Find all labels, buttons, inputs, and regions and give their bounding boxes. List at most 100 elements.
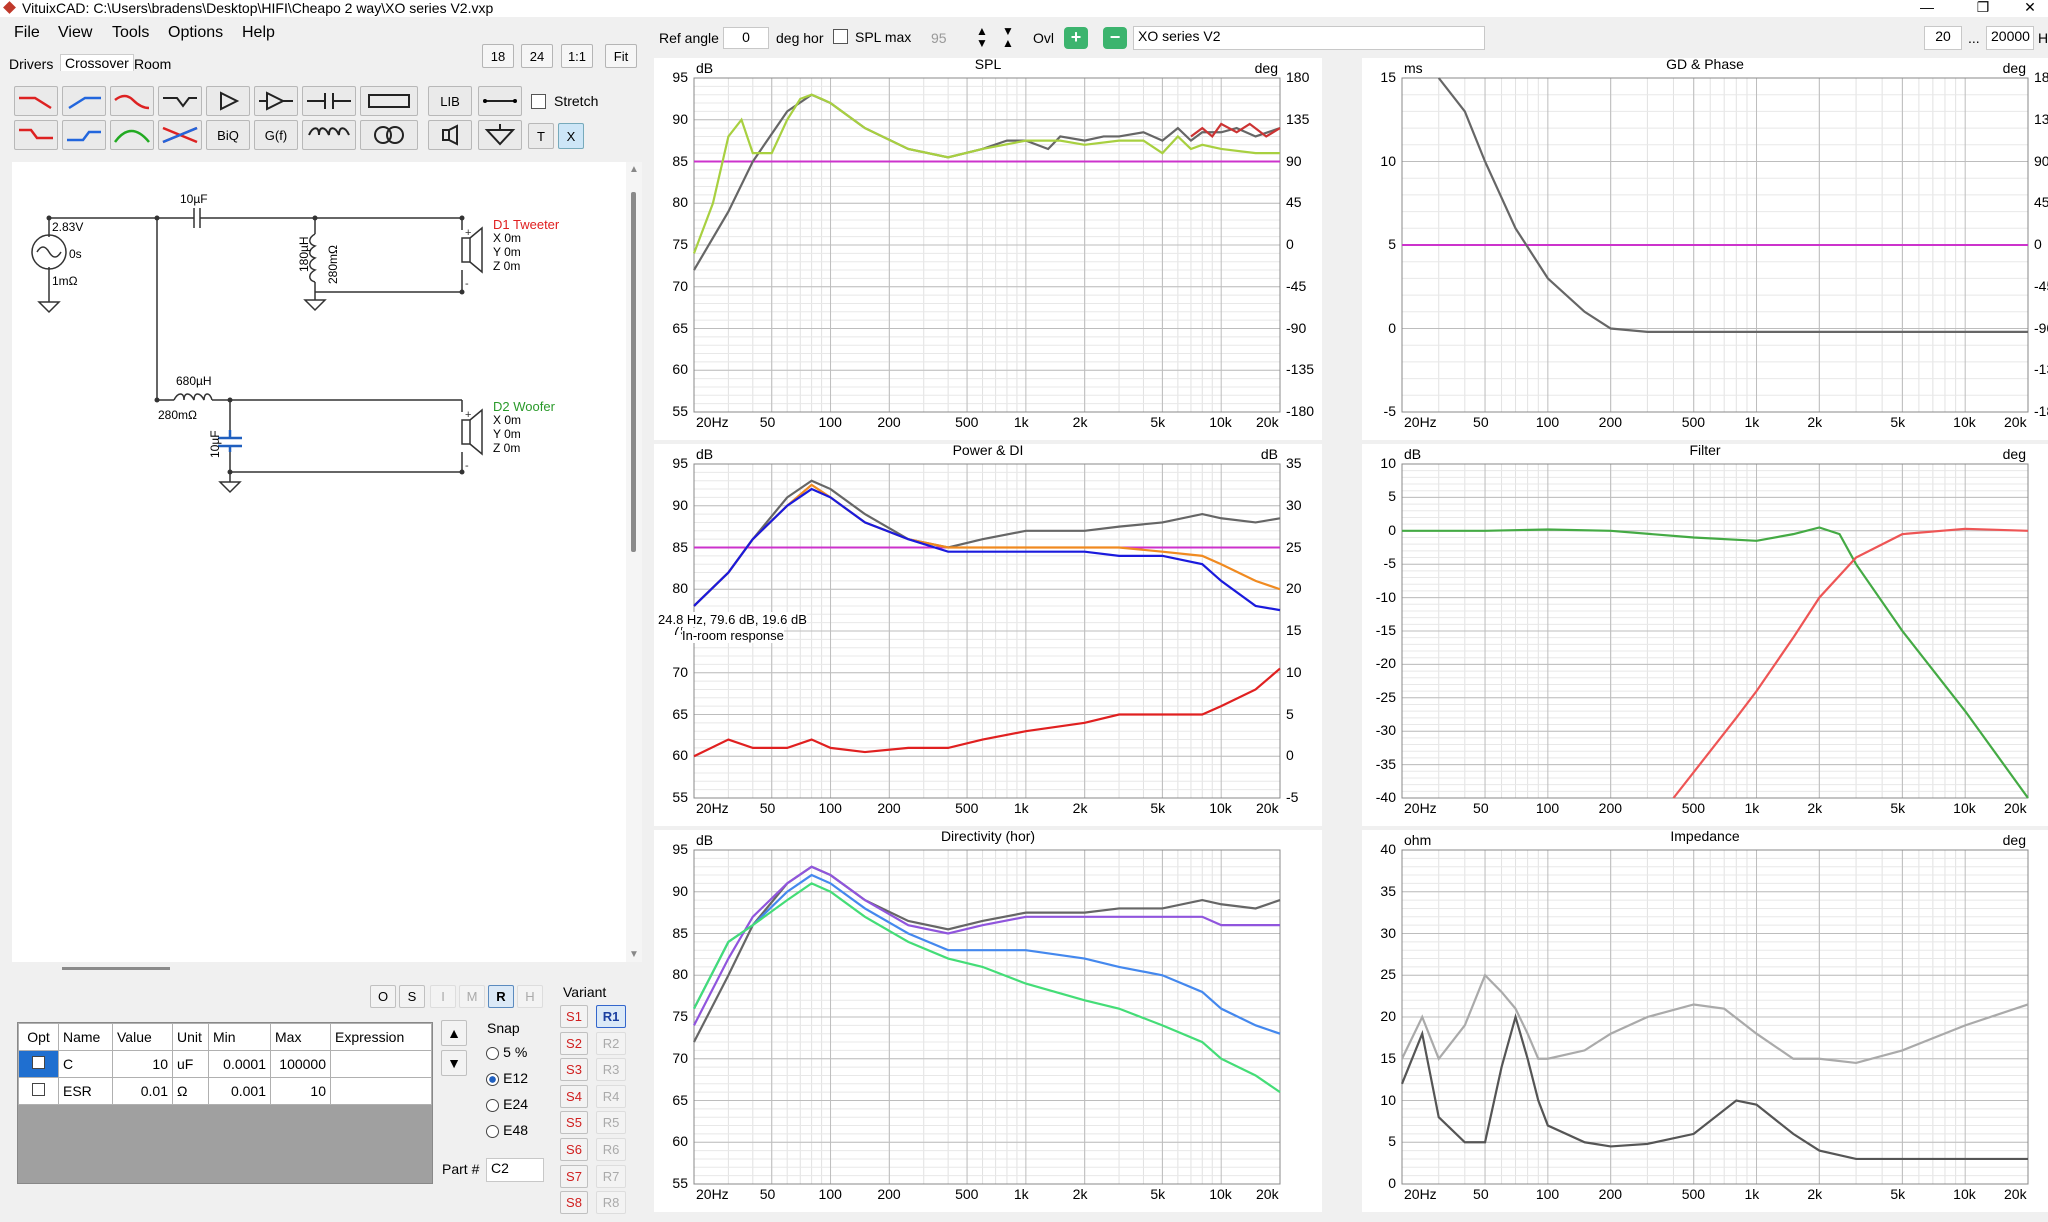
resistor-tool[interactable] — [360, 86, 418, 116]
cell-min[interactable]: 0.0001 — [208, 1050, 271, 1078]
close-icon[interactable]: ✕ — [2010, 0, 2048, 17]
menu-file[interactable]: File — [14, 24, 40, 42]
variant-r2-button[interactable]: R2 — [596, 1031, 626, 1055]
chart-panel-gd-phase[interactable]: GD & Phasemsdeg151050-518013590450-45-90… — [1362, 56, 2048, 440]
menu-view[interactable]: View — [58, 24, 92, 42]
delete-tool[interactable]: X — [558, 123, 584, 149]
remove-overlay-button[interactable]: − — [1103, 27, 1127, 49]
variant-r7-button[interactable]: R7 — [596, 1164, 626, 1188]
table-row[interactable]: ESR 0.01 Ω 0.001 10 — [18, 1077, 432, 1105]
variant-r6-button[interactable]: R6 — [596, 1138, 626, 1161]
variant-r5-button[interactable]: R5 — [596, 1111, 626, 1135]
menu-options[interactable]: Options — [168, 24, 223, 42]
series-inductor-label[interactable]: 680µH — [176, 374, 212, 388]
tab-crossover[interactable]: Crossover — [60, 54, 134, 71]
chart-panel-spl[interactable]: SPL dB deg 95 90 85 80 75 70 65 60 55 180 135 90 45 0 -45… — [654, 56, 1322, 440]
o-button[interactable]: O — [370, 985, 396, 1008]
spin-icon[interactable]: ▲ ▼ — [972, 25, 992, 51]
move-down-button[interactable]: ▼ — [441, 1050, 467, 1076]
cell-max[interactable]: 10 — [270, 1077, 331, 1105]
tab-drivers[interactable]: Drivers — [9, 56, 53, 72]
part-input[interactable]: C2 — [486, 1158, 544, 1182]
variant-s7-button[interactable]: S7 — [560, 1164, 588, 1188]
variant-s1-button[interactable]: S1 — [560, 1005, 588, 1028]
opt-checkbox[interactable] — [18, 1050, 59, 1078]
freq-max-input[interactable]: 20000 — [1986, 26, 2034, 50]
ref-angle-input[interactable]: 0 — [723, 27, 769, 49]
hourglass-icon[interactable]: ▼ ▲ — [998, 25, 1018, 51]
restore-icon[interactable]: ❐ — [1963, 0, 2003, 17]
ground-tool[interactable] — [478, 120, 522, 150]
allpass-tool[interactable] — [158, 120, 202, 150]
h-button[interactable]: H — [517, 985, 543, 1008]
chart-panel-power-di[interactable]: Power & DI dB dB 95 90 85 80 75 70 65 60 55 35 30 25 20… — [654, 442, 1322, 826]
opamp-tool[interactable] — [254, 86, 298, 116]
freq-min-input[interactable]: 20 — [1924, 26, 1962, 50]
cell-expression[interactable] — [330, 1077, 432, 1105]
menu-help[interactable]: Help — [242, 24, 275, 42]
shunt-capacitor-label[interactable]: 10µF — [208, 430, 222, 458]
lowpass-shelf-tool[interactable] — [14, 120, 58, 150]
lowpass-2-tool[interactable] — [110, 86, 154, 116]
variant-s3-button[interactable]: S3 — [560, 1058, 588, 1082]
cell-max[interactable]: 100000 — [270, 1050, 331, 1078]
variant-s8-button[interactable]: S8 — [560, 1191, 588, 1215]
tab-room[interactable]: Room — [134, 56, 171, 72]
spl-max-value[interactable]: 95 — [931, 30, 947, 46]
cell-min[interactable]: 0.001 — [208, 1077, 271, 1105]
cell-expression[interactable] — [330, 1050, 432, 1078]
highpass-1-tool[interactable] — [62, 86, 106, 116]
variant-r8-button[interactable]: R8 — [596, 1191, 626, 1215]
opt-checkbox[interactable] — [18, 1077, 59, 1105]
biquad-button[interactable]: BiQ — [206, 120, 250, 150]
spl-max-checkbox[interactable] — [833, 29, 848, 44]
series-capacitor-label[interactable]: 10µF — [180, 192, 208, 206]
tweeter-name[interactable]: D1 Tweeter — [493, 217, 559, 232]
s-button[interactable]: S — [399, 985, 425, 1008]
minimize-icon[interactable]: — — [1907, 0, 1947, 17]
zoom-1to1-button[interactable]: 1:1 — [561, 44, 593, 68]
variant-r4-button[interactable]: R4 — [596, 1084, 626, 1108]
cell-name[interactable]: C — [58, 1050, 113, 1078]
library-button[interactable]: LIB — [428, 86, 472, 116]
buffer-tool[interactable] — [206, 86, 250, 116]
m-button[interactable]: M — [459, 985, 485, 1008]
overlay-name-select[interactable]: XO series V2 — [1133, 26, 1485, 50]
gf-button[interactable]: G(f) — [254, 120, 298, 150]
fit-button[interactable]: Fit — [605, 44, 637, 68]
menu-tools[interactable]: Tools — [112, 24, 149, 42]
move-up-button[interactable]: ▲ — [441, 1020, 467, 1046]
variant-s2-button[interactable]: S2 — [560, 1031, 588, 1055]
chart-panel-filter[interactable]: Filter dB deg 10 5 0 -5 -10 -15 -20 -25 -30 -35 -40 20… — [1362, 442, 2048, 826]
chart-panel-impedance[interactable]: Impedance ohm deg 40 35 30 25 20 15 10 5 0 20Hz 50 100… — [1362, 828, 2048, 1212]
variant-s4-button[interactable]: S4 — [560, 1084, 588, 1108]
stretch-checkbox[interactable] — [531, 94, 546, 109]
table-row[interactable]: C 10 uF 0.0001 100000 — [18, 1050, 432, 1078]
wire-tool[interactable] — [478, 86, 522, 116]
inductor-tool[interactable] — [302, 120, 356, 150]
bandpass-tool[interactable] — [110, 120, 154, 150]
chart-panel-directivity-hor-[interactable]: Directivity (hor) dB 95 90 85 80 75 70 65 60 55 20H… — [654, 828, 1322, 1212]
woofer-name[interactable]: D2 Woofer — [493, 399, 555, 414]
i-button[interactable]: I — [430, 985, 456, 1008]
schematic-scrollbar[interactable]: ▲ ▼ — [626, 162, 642, 962]
zoom-18-button[interactable]: 18 — [482, 44, 514, 68]
r-button[interactable]: R — [488, 985, 514, 1008]
cell-value[interactable]: 10 — [112, 1050, 173, 1078]
text-tool[interactable]: T — [528, 123, 554, 149]
schematic-hscroll[interactable] — [62, 967, 170, 970]
capacitor-tool[interactable] — [302, 86, 356, 116]
transformer-tool[interactable] — [360, 120, 418, 150]
variant-s6-button[interactable]: S6 — [560, 1138, 588, 1161]
schematic-canvas[interactable]: + - + - 2.83V 0s 1mΩ 10µF 180µH 280mΩ D1 T… — [12, 162, 626, 962]
variant-s5-button[interactable]: S5 — [560, 1111, 588, 1135]
notch-tool[interactable] — [158, 86, 202, 116]
cell-value[interactable]: 0.01 — [112, 1077, 173, 1105]
driver-tool[interactable] — [428, 120, 472, 150]
snap-radio-e12[interactable]: E12 — [486, 1070, 528, 1087]
highpass-shelf-tool[interactable] — [62, 120, 106, 150]
snap-radio-e24[interactable]: E24 — [486, 1096, 528, 1113]
lowpass-1-tool[interactable] — [14, 86, 58, 116]
zoom-24-button[interactable]: 24 — [521, 44, 553, 68]
add-overlay-button[interactable]: + — [1064, 27, 1088, 49]
